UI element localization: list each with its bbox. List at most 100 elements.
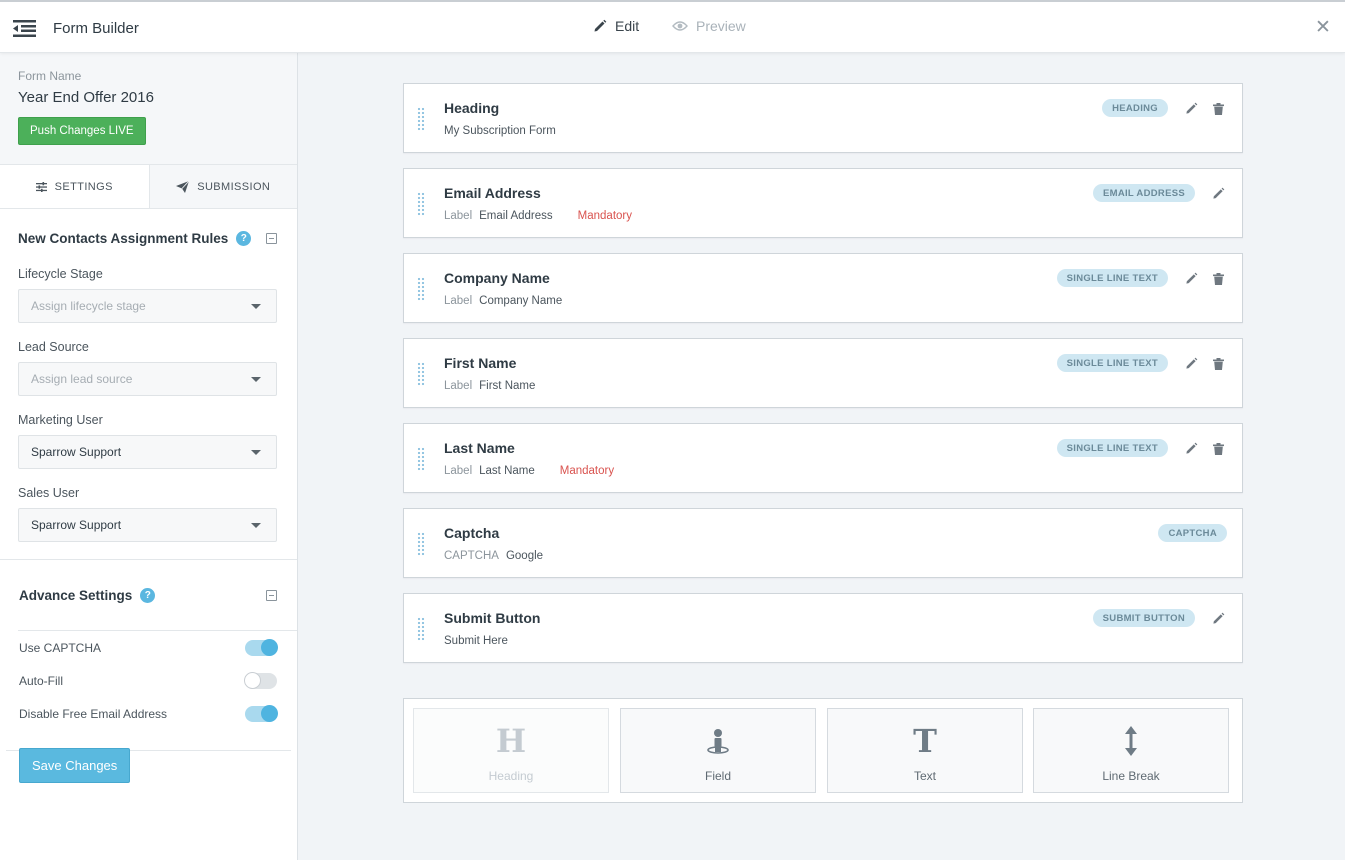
edit-icon[interactable] (1183, 356, 1200, 371)
field-value: Company Name (479, 295, 563, 307)
field-details: Label Company Name (444, 295, 562, 307)
drag-handle-icon[interactable] (417, 532, 425, 556)
field-type-badge: SINGLE LINE TEXT (1056, 269, 1168, 287)
field-title: First Name (444, 355, 517, 371)
palette-field[interactable]: Field (620, 708, 816, 793)
palette-line-break[interactable]: Line Break (1033, 708, 1229, 793)
delete-icon[interactable] (1210, 441, 1227, 456)
preview-mode-button[interactable]: Preview (672, 18, 746, 34)
palette-label: Field (704, 769, 731, 783)
form-field-card[interactable]: Submit Button Submit Here SUBMIT BUTTON (403, 593, 1243, 663)
field-title: Email Address (444, 185, 541, 201)
form-field-card[interactable]: Captcha CAPTCHA Google CAPTCHA (403, 508, 1243, 578)
edit-icon[interactable] (1183, 101, 1200, 116)
advanced-settings-header: Advance Settings ? (18, 560, 277, 630)
drag-handle-icon[interactable] (417, 107, 425, 131)
delete-icon[interactable] (1210, 101, 1227, 116)
drag-handle-icon[interactable] (417, 447, 425, 471)
drag-handle-icon[interactable] (417, 362, 425, 386)
advanced-settings-title: Advance Settings (19, 587, 133, 603)
tab-submission-label: SUBMISSION (197, 180, 271, 193)
field-actions (1183, 101, 1227, 116)
pencil-icon (594, 19, 607, 32)
delete-icon[interactable] (1210, 271, 1227, 286)
use-captcha-row: Use CAPTCHA (0, 631, 297, 664)
help-icon[interactable]: ? (236, 230, 252, 246)
field-value: First Name (479, 380, 536, 392)
field-type-badge: SINGLE LINE TEXT (1056, 439, 1168, 457)
field-details: CAPTCHA Google (444, 550, 543, 562)
edit-icon[interactable] (1210, 186, 1227, 201)
edit-mode-button[interactable]: Edit (593, 18, 639, 34)
drag-handle-icon[interactable] (417, 277, 425, 301)
field-type-badge: EMAIL ADDRESS (1092, 184, 1195, 202)
heading-icon: H (495, 722, 527, 760)
form-field-card[interactable]: Last Name Label Last Name Mandatory SING… (403, 423, 1243, 493)
collapse-icon[interactable] (266, 232, 277, 244)
marketing-user-select[interactable]: Sparrow Support (18, 435, 277, 469)
tab-settings[interactable]: SETTINGS (0, 165, 149, 208)
auto-fill-toggle[interactable] (244, 671, 277, 689)
caret-down-icon (251, 304, 261, 309)
disable-free-email-row: Disable Free Email Address (0, 697, 297, 730)
push-changes-live-button[interactable]: Push Changes LIVE (18, 117, 146, 145)
preview-label: Preview (696, 18, 746, 34)
drag-handle-icon[interactable] (417, 617, 425, 641)
field-type-badge: SINGLE LINE TEXT (1056, 354, 1168, 372)
auto-fill-label: Auto-Fill (19, 673, 64, 688)
field-key: Label (444, 210, 473, 222)
caret-down-icon (251, 450, 261, 455)
sales-user-select[interactable]: Sparrow Support (18, 508, 277, 542)
field-details: Label First Name (444, 380, 535, 392)
palette-text[interactable]: T Text (827, 708, 1023, 793)
field-title: Last Name (444, 440, 515, 456)
tab-submission[interactable]: SUBMISSION (148, 165, 297, 208)
palette-heading[interactable]: H Heading (413, 708, 609, 793)
field-key: Label (444, 380, 473, 392)
edit-label: Edit (615, 18, 640, 34)
palette-label: Text (913, 769, 936, 783)
use-captcha-toggle[interactable] (245, 638, 278, 656)
palette-label: Line Break (1102, 769, 1160, 783)
field-key: CAPTCHA (444, 550, 499, 562)
app-title: Form Builder (53, 20, 139, 37)
field-type-badge: HEADING (1102, 99, 1168, 117)
paper-plane-icon (176, 180, 190, 193)
assignment-rules-title: New Contacts Assignment Rules (18, 230, 229, 246)
sidebar-tabs: SETTINGS SUBMISSION (0, 165, 297, 209)
edit-icon[interactable] (1183, 441, 1200, 456)
disable-free-email-toggle[interactable] (245, 704, 278, 722)
close-icon[interactable]: ✕ (1315, 18, 1331, 37)
element-palette: H Heading Field T Text Line Break (403, 698, 1243, 803)
form-name-value[interactable]: Year End Offer 2016 (18, 89, 279, 106)
field-details: Label Email Address Mandatory (444, 210, 632, 222)
edit-icon[interactable] (1183, 271, 1200, 286)
help-icon[interactable]: ? (140, 587, 156, 603)
lead-source-select[interactable]: Assign lead source (18, 362, 277, 396)
field-actions (1183, 356, 1227, 371)
form-field-card[interactable]: First Name Label First Name SINGLE LINE … (403, 338, 1243, 408)
form-field-card[interactable]: Company Name Label Company Name SINGLE L… (403, 253, 1243, 323)
sales-user-value: Sparrow Support (31, 518, 122, 532)
lead-source-label: Lead Source (18, 340, 89, 354)
field-type-badge: CAPTCHA (1158, 524, 1227, 542)
field-value: Email Address (479, 210, 553, 222)
assignment-rules-section: New Contacts Assignment Rules ? Lifecycl… (0, 209, 297, 542)
collapse-menu-icon[interactable] (13, 20, 36, 37)
top-bar: Form Builder Edit Preview ✕ (0, 0, 1345, 53)
lifecycle-stage-select[interactable]: Assign lifecycle stage (18, 289, 277, 323)
form-field-card[interactable]: Email Address Label Email Address Mandat… (403, 168, 1243, 238)
form-field-card[interactable]: Heading My Subscription Form HEADING (403, 83, 1243, 153)
mandatory-tag: Mandatory (577, 210, 632, 222)
field-actions (1183, 271, 1227, 286)
drag-handle-icon[interactable] (417, 192, 425, 216)
eye-icon (672, 21, 688, 31)
edit-icon[interactable] (1210, 611, 1227, 626)
delete-icon[interactable] (1210, 356, 1227, 371)
field-value: Submit Here (444, 635, 508, 647)
collapse-icon[interactable] (266, 589, 277, 601)
save-changes-button[interactable]: Save Changes (19, 748, 131, 783)
text-icon: T (913, 722, 937, 760)
sliders-icon (35, 181, 47, 192)
field-type-badge: SUBMIT BUTTON (1092, 609, 1195, 627)
